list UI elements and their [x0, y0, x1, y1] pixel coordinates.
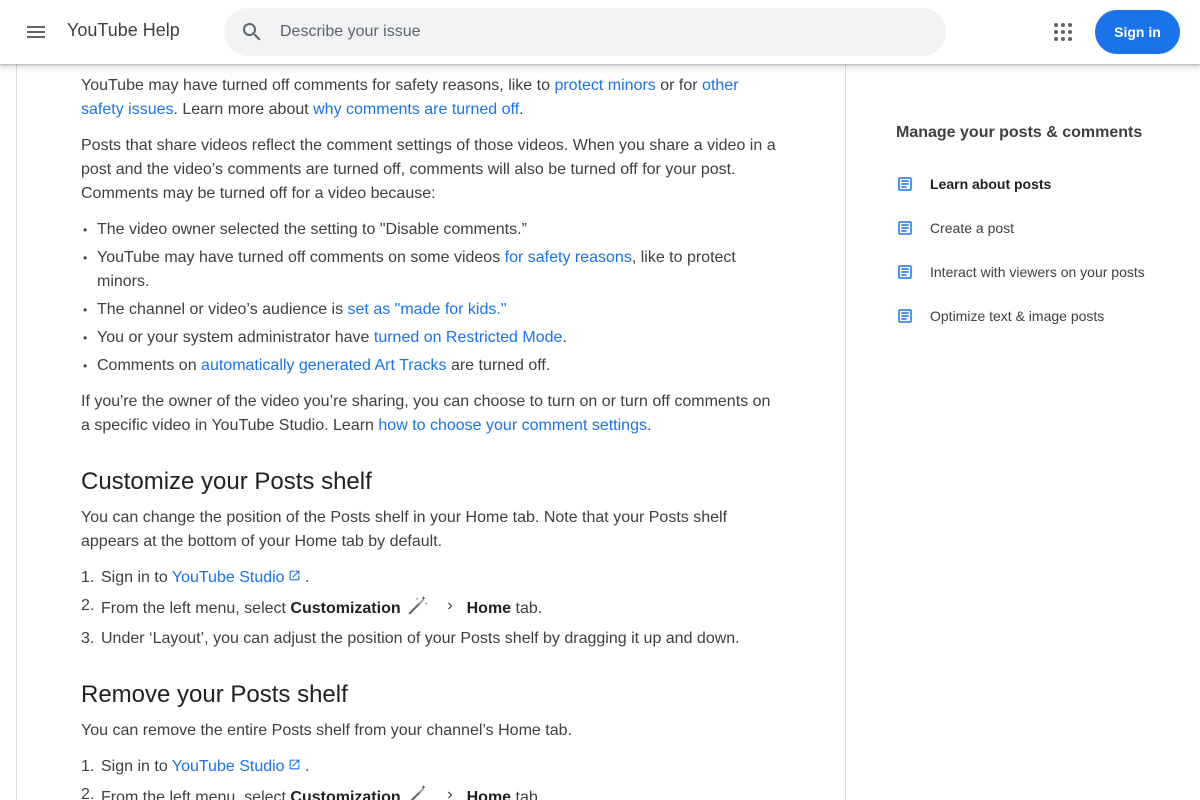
- sidebar-item-optimize-posts[interactable]: Optimize text & image posts: [896, 304, 1176, 328]
- remove-heading: Remove your Posts shelf: [81, 681, 348, 708]
- list-item: 2. From the left menu, select Customizati…: [81, 783, 781, 800]
- article-body: YouTube may have turned off comments for…: [81, 74, 781, 800]
- open-in-new-icon: [288, 566, 301, 590]
- why-comments-off-link[interactable]: why comments are turned off: [313, 101, 519, 118]
- list-item: Comments on automatically generated Art …: [81, 354, 781, 378]
- search-input[interactable]: [280, 23, 880, 41]
- protect-minors-link[interactable]: protect minors: [554, 77, 655, 94]
- sidebar-item-learn-about-posts[interactable]: Learn about posts: [896, 172, 1176, 196]
- app-title[interactable]: YouTube Help: [67, 20, 180, 41]
- restricted-mode-link[interactable]: turned on Restricted Mode: [374, 329, 563, 346]
- customization-wand-icon: [407, 594, 429, 624]
- safety-reasons-link[interactable]: for safety reasons: [505, 249, 632, 266]
- list-item: 1. Sign in to YouTube Studio .: [81, 566, 781, 590]
- sidebar-item-create-a-post[interactable]: Create a post: [896, 216, 1176, 240]
- chevron-right-icon: [443, 597, 457, 621]
- sidebar-title: Manage your posts & comments: [896, 124, 1143, 141]
- article-icon: [896, 175, 930, 193]
- remove-steps: 1. Sign in to YouTube Studio . 2. From the…: [81, 755, 781, 800]
- sign-in-button[interactable]: Sign in: [1095, 10, 1180, 54]
- customize-heading: Customize your Posts shelf: [81, 468, 372, 495]
- youtube-studio-link[interactable]: YouTube Studio: [172, 569, 285, 586]
- sidebar-item-interact-with-viewers[interactable]: Interact with viewers on your posts: [896, 260, 1176, 284]
- list-item: The channel or video’s audience is set a…: [81, 298, 781, 322]
- top-app-bar: YouTube Help Sign in: [0, 0, 1200, 64]
- list-item: The video owner selected the setting to …: [81, 218, 781, 242]
- intro-paragraph: YouTube may have turned off comments for…: [81, 77, 739, 118]
- owner-paragraph: If you're the owner of the video you’re …: [81, 393, 771, 434]
- google-apps-button[interactable]: [1047, 16, 1079, 48]
- main-menu-button[interactable]: [20, 16, 52, 48]
- comment-settings-link[interactable]: how to choose your comment settings: [378, 417, 647, 434]
- search-bar[interactable]: [224, 8, 946, 56]
- search-icon[interactable]: [224, 20, 280, 44]
- youtube-studio-link[interactable]: YouTube Studio: [172, 758, 285, 775]
- article-icon: [896, 307, 930, 325]
- list-item: You or your system administrator have tu…: [81, 326, 781, 350]
- hamburger-menu-icon: [27, 26, 45, 38]
- chevron-right-icon: [443, 786, 457, 800]
- open-in-new-icon: [288, 755, 301, 779]
- article-icon: [896, 263, 930, 281]
- made-for-kids-link[interactable]: set as "made for kids.": [348, 301, 507, 318]
- customize-steps: 1. Sign in to YouTube Studio . 2. From the…: [81, 566, 781, 651]
- customization-wand-icon: [407, 783, 429, 800]
- list-item: YouTube may have turned off comments on …: [81, 246, 781, 294]
- list-item: 3. Under ‘Layout’, you can adjust the pos…: [81, 630, 740, 647]
- list-item: 2. From the left menu, select Customizati…: [81, 594, 781, 623]
- reasons-list: The video owner selected the setting to …: [81, 218, 781, 378]
- article-icon: [896, 219, 930, 237]
- list-item: 1. Sign in to YouTube Studio .: [81, 755, 781, 779]
- art-tracks-link[interactable]: automatically generated Art Tracks: [201, 357, 446, 374]
- posts-comment-settings-paragraph: Posts that share videos reflect the comm…: [81, 137, 776, 202]
- customize-description: You can change the position of the Posts…: [81, 509, 728, 550]
- remove-description: You can remove the entire Posts shelf fr…: [81, 722, 572, 739]
- apps-grid-icon: [1054, 23, 1072, 41]
